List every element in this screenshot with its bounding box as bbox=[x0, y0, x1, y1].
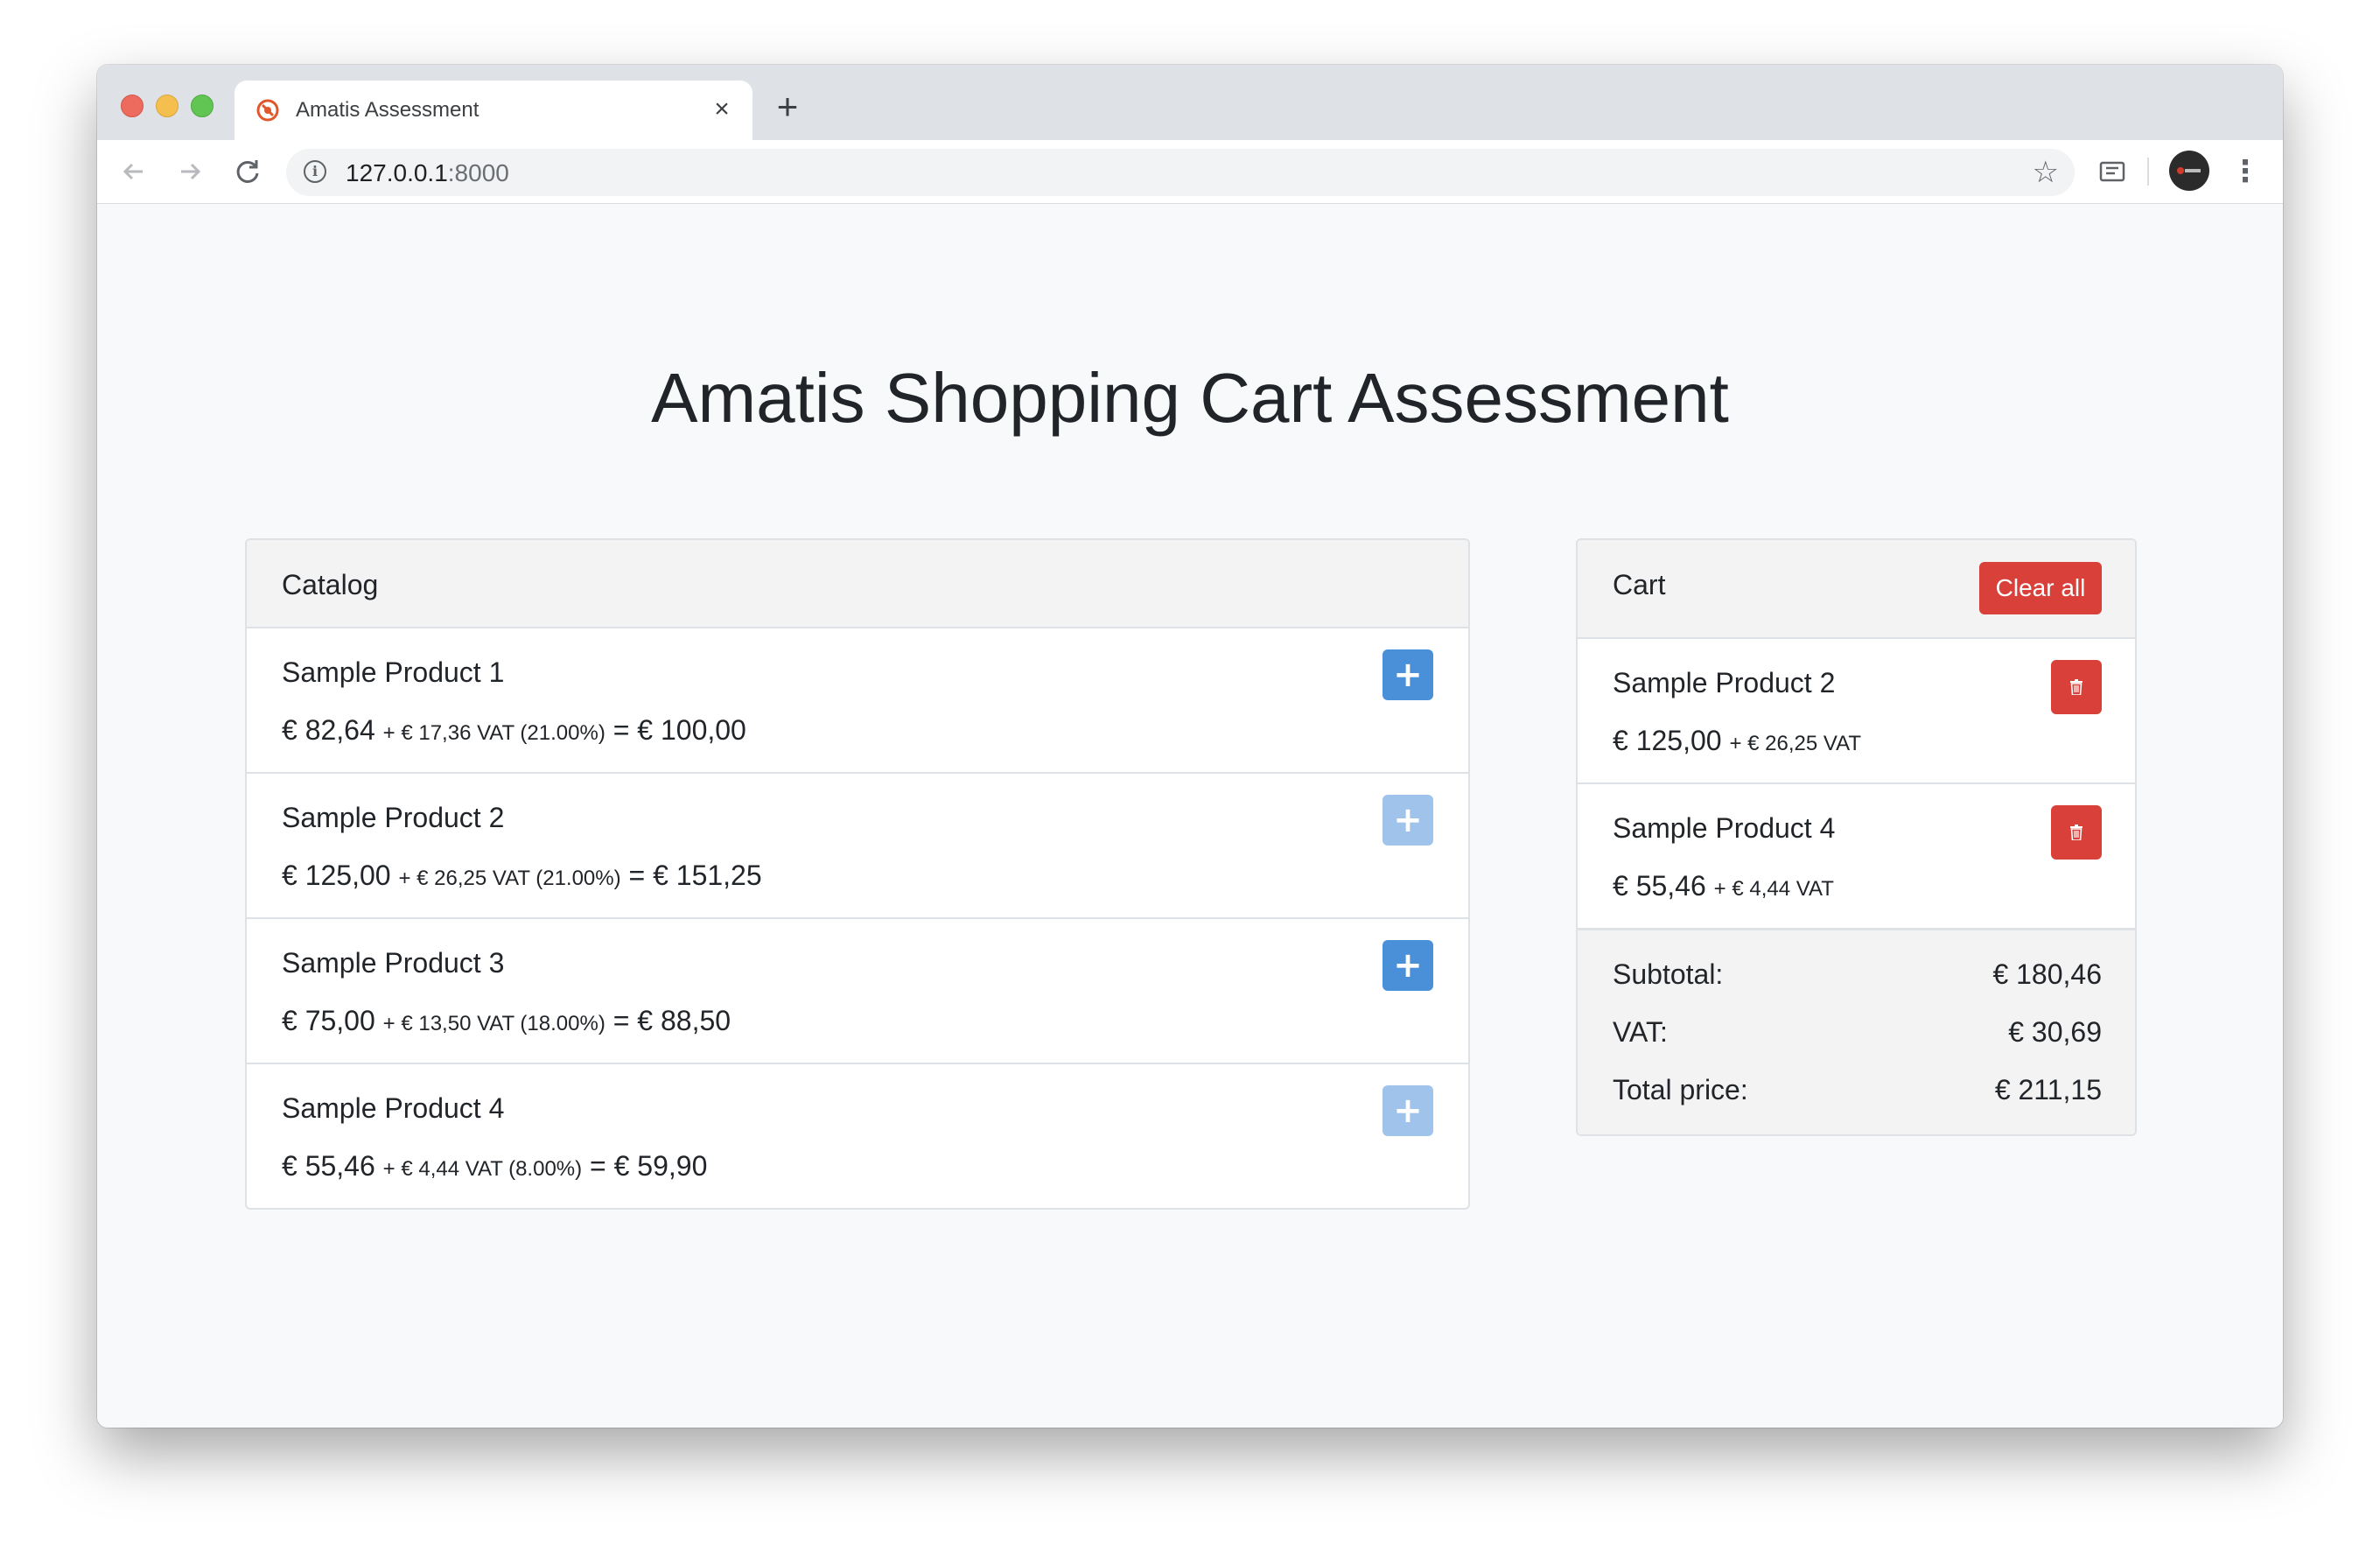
favicon-icon bbox=[256, 99, 279, 122]
vat-row: VAT: € 30,69 bbox=[1613, 1014, 2102, 1049]
add-to-cart-button[interactable]: + bbox=[1382, 649, 1433, 700]
page-content: Amatis Shopping Cart Assessment Catalog … bbox=[97, 204, 2283, 1428]
vat-value: € 30,69 bbox=[2008, 1016, 2102, 1048]
avatar-dot bbox=[2177, 167, 2184, 174]
remove-item-button[interactable] bbox=[2051, 660, 2102, 714]
close-tab-icon[interactable]: × bbox=[709, 96, 735, 123]
arrow-right-icon bbox=[181, 163, 201, 180]
subtotal-label: Subtotal: bbox=[1613, 958, 1724, 990]
cart-card: Cart Clear all Sample Product 2 € 125,00… bbox=[1576, 538, 2137, 1136]
catalog-item: Sample Product 4 € 55,46 + € 4,44 VAT (8… bbox=[247, 1064, 1468, 1208]
subtotal-value: € 180,46 bbox=[1992, 958, 2102, 990]
cart-item-name: Sample Product 2 bbox=[1613, 667, 1836, 698]
product-name: Sample Product 4 bbox=[282, 1092, 505, 1124]
tab-amatis-assessment[interactable]: Amatis Assessment × bbox=[234, 81, 752, 140]
cart-item-price: € 125,00 + € 26,25 VAT bbox=[1613, 725, 1861, 756]
plus-icon: + bbox=[1393, 1091, 1423, 1131]
profile-avatar[interactable] bbox=[2169, 151, 2209, 191]
tab-strip: Amatis Assessment × + bbox=[97, 65, 2283, 140]
tab-title: Amatis Assessment bbox=[296, 98, 480, 122]
catalog-item: Sample Product 1 € 82,64 + € 17,36 VAT (… bbox=[247, 628, 1468, 774]
close-window-button[interactable] bbox=[121, 95, 144, 117]
catalog-title: Catalog bbox=[282, 569, 379, 600]
total-value: € 211,15 bbox=[1994, 1074, 2102, 1105]
avatar-bar bbox=[2185, 169, 2201, 172]
browser-window: Amatis Assessment × + i 127.0.0.1:8000 ☆ bbox=[97, 65, 2283, 1428]
product-price: € 75,00 + € 13,50 VAT (18.00%) = € 88,50 bbox=[282, 1005, 732, 1036]
product-price: € 82,64 + € 17,36 VAT (21.00%) = € 100,0… bbox=[282, 714, 746, 746]
add-to-cart-button[interactable]: + bbox=[1382, 1085, 1433, 1136]
product-name: Sample Product 3 bbox=[282, 947, 505, 979]
product-name: Sample Product 1 bbox=[282, 656, 505, 688]
forward-button[interactable] bbox=[172, 154, 207, 189]
browser-toolbar: i 127.0.0.1:8000 ☆ ⋮ bbox=[97, 140, 2283, 204]
cart-item-price: € 55,46 + € 4,44 VAT bbox=[1613, 870, 1834, 902]
cart-item-name: Sample Product 4 bbox=[1613, 812, 1836, 844]
url-text[interactable]: 127.0.0.1:8000 bbox=[346, 159, 509, 187]
catalog-item: Sample Product 2 € 125,00 + € 26,25 VAT … bbox=[247, 774, 1468, 919]
catalog-item: Sample Product 3 € 75,00 + € 13,50 VAT (… bbox=[247, 919, 1468, 1064]
catalog-card: Catalog Sample Product 1 € 82,64 + € 17,… bbox=[245, 538, 1470, 1210]
minimize-window-button[interactable] bbox=[156, 95, 178, 117]
cart-header: Cart Clear all bbox=[1578, 540, 2135, 639]
plus-icon: + bbox=[1393, 800, 1423, 840]
cart-item: Sample Product 4 € 55,46 + € 4,44 VAT bbox=[1578, 784, 2135, 930]
star-icon[interactable]: ☆ bbox=[2033, 156, 2059, 189]
trash-icon bbox=[2070, 679, 2082, 695]
new-tab-button[interactable]: + bbox=[770, 88, 805, 126]
clear-all-button[interactable]: Clear all bbox=[1979, 562, 2102, 614]
maximize-window-button[interactable] bbox=[191, 95, 214, 117]
plus-icon: + bbox=[1393, 945, 1423, 986]
add-to-cart-button[interactable]: + bbox=[1382, 940, 1433, 991]
cart-title: Cart bbox=[1613, 569, 1666, 600]
cast-icon[interactable] bbox=[2094, 154, 2132, 189]
add-to-cart-button[interactable]: + bbox=[1382, 795, 1433, 846]
total-row: Total price: € 211,15 bbox=[1613, 1072, 2102, 1107]
toolbar-divider bbox=[2147, 158, 2149, 186]
product-price: € 125,00 + € 26,25 VAT (21.00%) = € 151,… bbox=[282, 860, 762, 891]
back-button[interactable] bbox=[116, 154, 151, 189]
cart-item: Sample Product 2 € 125,00 + € 26,25 VAT bbox=[1578, 639, 2135, 784]
vat-label: VAT: bbox=[1613, 1016, 1668, 1048]
arrow-left-icon bbox=[122, 163, 143, 180]
reload-button[interactable] bbox=[230, 154, 265, 189]
product-price: € 55,46 + € 4,44 VAT (8.00%) = € 59,90 bbox=[282, 1150, 708, 1182]
info-icon[interactable]: i bbox=[304, 160, 326, 183]
trash-icon bbox=[2070, 825, 2082, 840]
remove-item-button[interactable] bbox=[2051, 805, 2102, 860]
product-name: Sample Product 2 bbox=[282, 802, 505, 833]
page-title: Amatis Shopping Cart Assessment bbox=[651, 359, 1729, 437]
address-bar[interactable]: i 127.0.0.1:8000 ☆ bbox=[286, 149, 2075, 196]
cart-totals: Subtotal: € 180,46 VAT: € 30,69 Total pr… bbox=[1578, 929, 2135, 1134]
catalog-header: Catalog bbox=[247, 540, 1468, 628]
total-label: Total price: bbox=[1613, 1074, 1748, 1105]
plus-icon: + bbox=[1393, 655, 1423, 695]
reload-icon bbox=[236, 160, 259, 183]
kebab-menu-icon[interactable]: ⋮ bbox=[2230, 154, 2260, 189]
extension-graphic bbox=[2099, 161, 2125, 182]
subtotal-row: Subtotal: € 180,46 bbox=[1613, 957, 2102, 992]
